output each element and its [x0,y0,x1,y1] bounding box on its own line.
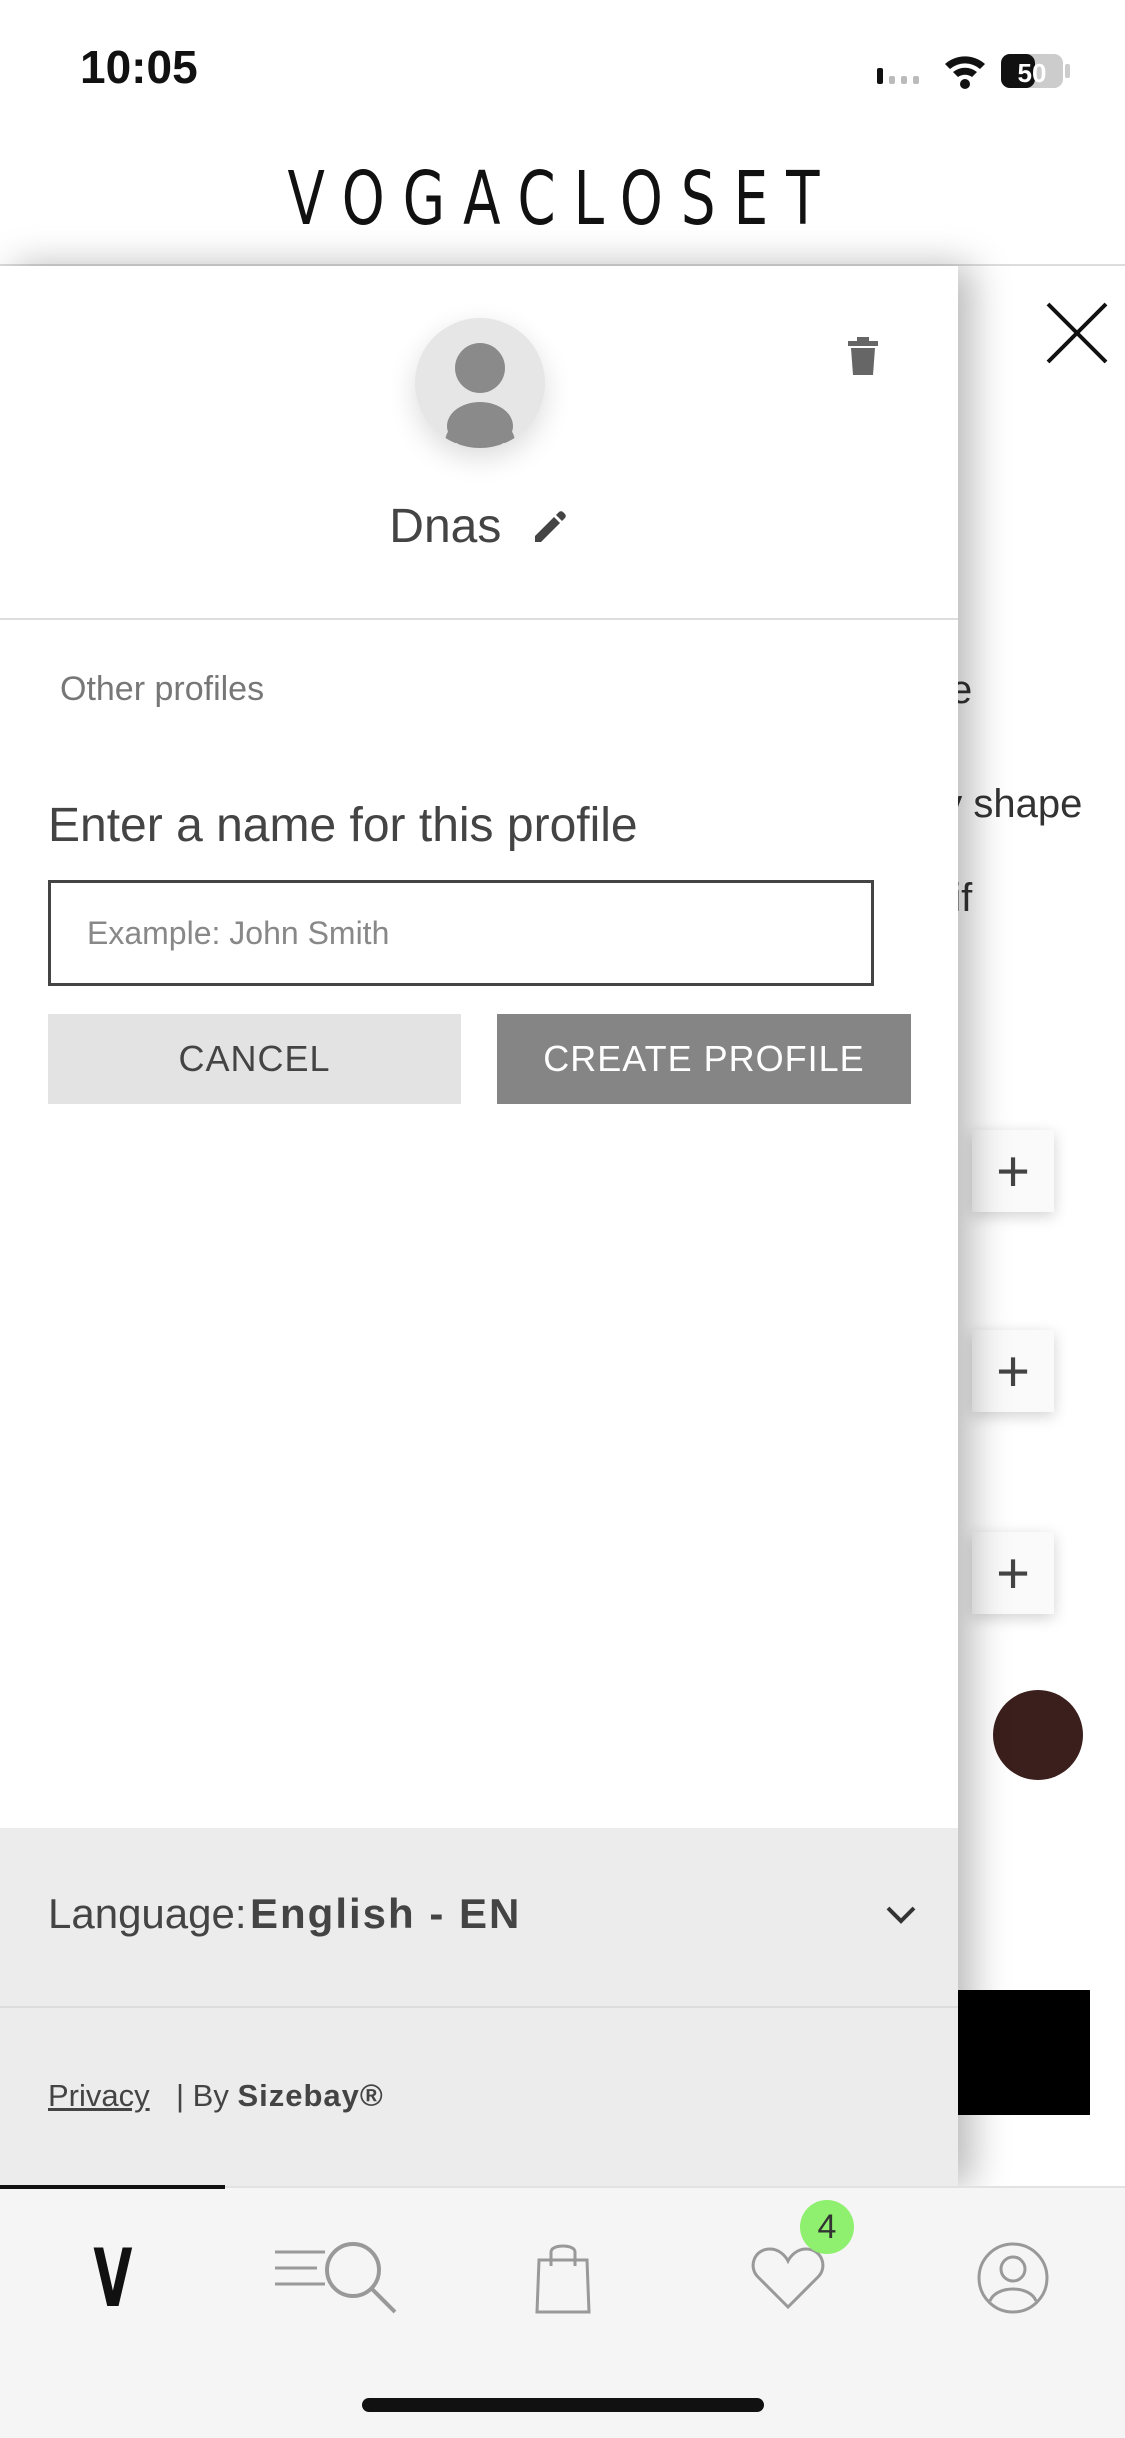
trash-icon[interactable] [846,336,880,376]
color-swatch[interactable] [993,1690,1083,1780]
signal-icon [877,68,919,84]
powered-by: | By Sizebay® [176,2078,384,2114]
bottom-tab-bar: V 4 [0,2185,1125,2438]
panel-footer: Privacy | By Sizebay® [0,2008,958,2186]
tab-menu-search[interactable] [225,2228,450,2328]
provider-name: Sizebay® [237,2078,384,2113]
heart-icon [751,2247,824,2310]
profile-name-row: Dnas [0,496,958,554]
app-header: VOGACLOSET [0,130,1125,266]
home-indicator [362,2398,764,2412]
language-selector[interactable]: Language: English - EN [0,1828,958,2008]
active-tab-indicator [0,2185,225,2189]
chevron-down-icon [886,1906,916,1924]
battery-icon: 50 [1001,54,1070,88]
privacy-link[interactable]: Privacy [48,2078,150,2114]
cancel-button[interactable]: CANCEL [48,1014,461,1104]
brand-v-icon: V [92,2231,132,2325]
status-bar: 10:05 50 [0,0,1125,130]
status-time: 10:05 [80,41,198,93]
user-silhouette-icon [445,343,515,448]
edit-pencil-icon[interactable] [533,508,569,544]
tab-account[interactable] [900,2228,1125,2328]
status-icons: 50 [877,54,1070,89]
wifi-icon [945,56,985,89]
wishlist-count-badge: 4 [800,2200,854,2254]
avatar [415,318,545,448]
language-value: English - EN [250,1890,522,1937]
name-prompt: Enter a name for this profile [48,799,638,852]
create-profile-button[interactable]: CREATE PROFILE [497,1014,911,1104]
tab-wishlist[interactable] [675,2228,900,2328]
user-account-icon [977,2242,1048,2314]
divider [0,618,958,620]
profile-panel: Dnas Other profiles Enter a name for thi… [0,266,958,2186]
expand-plus-button[interactable]: + [972,1330,1054,1412]
language-label: Language: [48,1890,247,1937]
background-action-button[interactable] [958,1990,1090,2115]
by-label: | By [176,2078,229,2113]
svg-text:50: 50 [1018,58,1047,88]
expand-plus-button[interactable]: + [972,1532,1054,1614]
profile-name: Dnas [389,499,502,553]
menu-search-icon [274,2242,396,2314]
close-icon[interactable] [1044,300,1110,366]
shopping-bag-icon [534,2244,591,2314]
tab-bag[interactable] [450,2228,675,2328]
tab-home[interactable]: V [0,2228,225,2328]
expand-plus-button[interactable]: + [972,1130,1054,1212]
background-page [958,266,1125,2186]
profile-name-input[interactable] [48,880,874,986]
brand-logo[interactable]: VOGACLOSET [101,156,1024,242]
other-profiles-label: Other profiles [60,670,265,708]
